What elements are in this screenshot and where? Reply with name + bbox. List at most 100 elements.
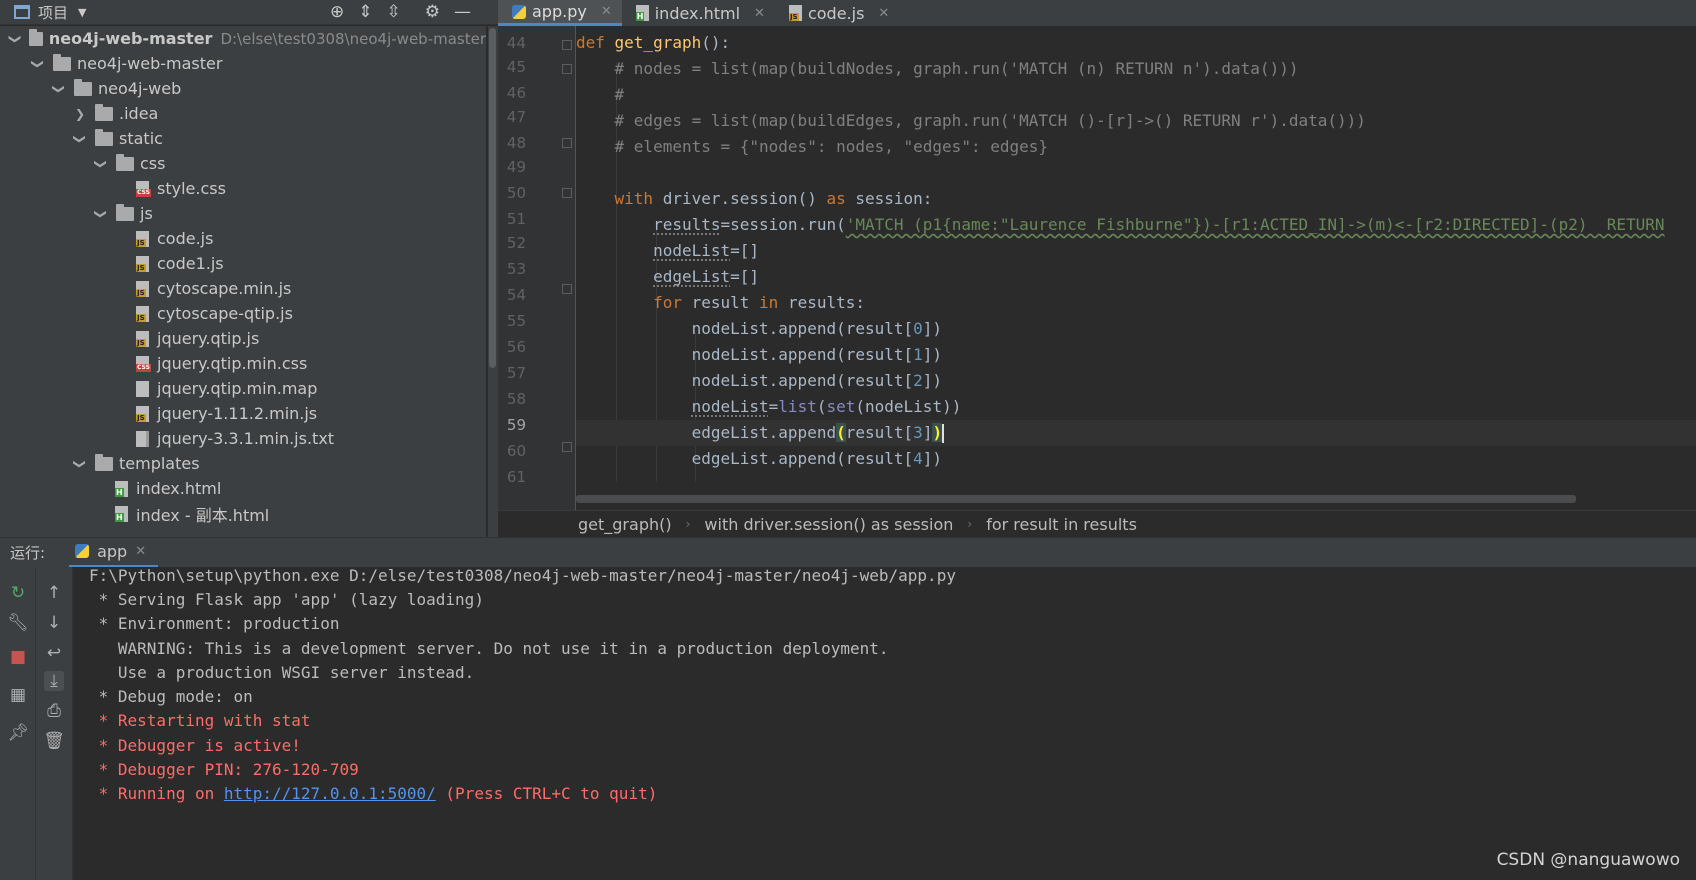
gear-icon[interactable]: ⚙ <box>425 2 440 22</box>
breadcrumb-item[interactable]: for result in results <box>984 515 1139 534</box>
chevron-right-icon: › <box>967 517 973 531</box>
code-line: for result in results: <box>653 293 865 312</box>
line-number: 48 <box>506 134 526 152</box>
tree-item-folder[interactable]: ❯ neo4j-web <box>0 76 486 101</box>
tree-item-file[interactable]: jquery.qtip.js <box>0 326 486 351</box>
chevron-down-icon[interactable]: ❯ <box>31 57 45 71</box>
folder-icon <box>95 128 113 146</box>
locate-file-icon[interactable]: ⊕ <box>330 2 344 22</box>
arrow-down-icon[interactable]: ↓ <box>44 613 64 633</box>
breadcrumb-item[interactable]: with driver.session() as session <box>702 515 955 534</box>
stop-icon[interactable]: ■ <box>8 647 28 667</box>
chevron-right-icon: › <box>685 517 691 531</box>
tree-item-label: cytoscape.min.js <box>157 279 292 298</box>
chevron-down-icon[interactable]: ▼ <box>78 6 86 19</box>
code-line: edgeList=[] <box>653 267 760 286</box>
tree-item-file[interactable]: jquery.qtip.min.map <box>0 376 486 401</box>
tree-item-file[interactable]: jquery-3.3.1.min.js.txt <box>0 426 486 451</box>
line-number: 55 <box>506 312 526 330</box>
tree-item-label: neo4j-web <box>98 79 182 98</box>
console-line-running: * Running on http://127.0.0.1:5000/ (Pre… <box>89 781 658 807</box>
fold-marker-icon[interactable] <box>562 188 572 198</box>
tab-index-html[interactable]: index.html ✕ <box>622 0 775 26</box>
trash-icon[interactable]: 🗑︎ <box>43 731 65 751</box>
print-icon[interactable]: ⎙ <box>44 701 64 721</box>
chevron-down-icon[interactable]: ❯ <box>94 157 108 171</box>
css-file-icon <box>136 180 151 197</box>
collapse-all-icon[interactable]: ⇳ <box>387 2 401 22</box>
close-icon[interactable]: ✕ <box>135 544 146 559</box>
tree-item-file[interactable]: jquery.qtip.min.css <box>0 351 486 376</box>
tree-item-file[interactable]: index.html <box>0 476 486 501</box>
tree-item-folder[interactable]: ❯ neo4j-web-master <box>0 51 486 76</box>
tree-item-root[interactable]: ❯ neo4j-web-master D:\else\test0308\neo4… <box>0 26 486 51</box>
tree-scrollbar[interactable] <box>488 26 498 537</box>
fold-marker-icon[interactable] <box>562 40 572 50</box>
html-file-icon <box>115 505 128 522</box>
editor-tab-bar: app.py ✕ index.html ✕ code.js ✕ <box>498 0 1696 26</box>
code-editor[interactable]: def get_graph(): # nodes = list(map(buil… <box>576 26 1696 510</box>
close-icon[interactable]: ✕ <box>754 6 765 21</box>
code-line: nodeList.append(result[0]) <box>576 319 943 338</box>
tab-app-py[interactable]: app.py ✕ <box>498 0 622 26</box>
chevron-down-icon[interactable]: ❯ <box>73 457 87 471</box>
console-output[interactable]: F:\Python\setup\python.exe D:/else/test0… <box>73 566 1696 880</box>
scroll-to-end-icon[interactable]: ⤓ <box>44 671 64 691</box>
chevron-down-icon[interactable]: ❯ <box>52 82 66 96</box>
tree-item-folder[interactable]: ❯ static <box>0 126 486 151</box>
layout-icon[interactable]: ▦ <box>8 685 28 705</box>
tree-item-label: index - 副本.html <box>136 505 270 525</box>
chevron-right-icon[interactable]: ❯ <box>73 107 87 121</box>
soft-wrap-icon[interactable]: ↩ <box>44 643 64 663</box>
console-line-error: * Debugger is active! <box>89 736 301 755</box>
tree-item-file[interactable]: index - 副本.html <box>0 501 486 526</box>
tab-label: index.html <box>654 3 741 23</box>
code-line: with driver.session() as session: <box>614 189 933 208</box>
fold-marker-icon[interactable] <box>562 284 572 294</box>
chevron-down-icon[interactable]: ❯ <box>94 207 108 221</box>
hide-panel-icon[interactable]: — <box>454 2 471 22</box>
console-line: * Serving Flask app 'app' (lazy loading) <box>89 590 484 609</box>
tree-item-file[interactable]: cytoscape-qtip.js <box>0 301 486 326</box>
close-icon[interactable]: ✕ <box>878 6 889 21</box>
tab-code-js[interactable]: code.js ✕ <box>775 0 899 26</box>
tree-item-folder[interactable]: ❯ .idea <box>0 101 486 126</box>
tree-item-file[interactable]: style.css <box>0 176 486 201</box>
folder-icon <box>28 28 43 46</box>
line-number: 56 <box>506 338 526 356</box>
fold-marker-icon[interactable] <box>562 442 572 452</box>
tree-item-file[interactable]: code1.js <box>0 251 486 276</box>
wrench-icon[interactable]: 🔧︎ <box>7 613 29 633</box>
line-number-current: 59 <box>506 416 526 434</box>
editor-horizontal-scrollbar[interactable] <box>576 495 1696 503</box>
code-line: edgeList.append(result[4]) <box>576 449 943 468</box>
breadcrumb-item[interactable]: get_graph() <box>576 515 674 534</box>
project-view-title[interactable]: 项目 <box>38 2 68 23</box>
code-line: # elements = {"nodes": nodes, "edges": e… <box>576 137 1049 156</box>
expand-all-icon[interactable]: ⇕ <box>358 2 372 22</box>
line-number: 51 <box>506 210 526 228</box>
close-icon[interactable]: ✕ <box>601 4 612 19</box>
chevron-down-icon[interactable]: ❯ <box>8 33 22 44</box>
tree-item-file[interactable]: jquery-1.11.2.min.js <box>0 401 486 426</box>
tree-item-file[interactable]: cytoscape.min.js <box>0 276 486 301</box>
tree-item-folder[interactable]: ❯ css <box>0 151 486 176</box>
pin-icon[interactable]: 📌︎ <box>7 723 29 743</box>
rerun-icon[interactable]: ↻ <box>8 583 28 603</box>
code-line: nodeList=[] <box>653 241 760 260</box>
tree-root-path: D:\else\test0308\neo4j-web-master <box>220 29 486 48</box>
scrollbar-thumb[interactable] <box>489 28 496 368</box>
tree-item-folder[interactable]: ❯ js <box>0 201 486 226</box>
tree-item-label: static <box>119 129 163 148</box>
console-line: Use a production WSGI server instead. <box>89 663 475 682</box>
folder-icon <box>116 203 134 221</box>
fold-marker-icon[interactable] <box>562 64 572 74</box>
server-url-link[interactable]: http://127.0.0.1:5000/ <box>224 784 436 803</box>
tree-item-folder[interactable]: ❯ templates <box>0 451 486 476</box>
arrow-up-icon[interactable]: ↑ <box>44 583 64 603</box>
chevron-down-icon[interactable]: ❯ <box>73 132 87 146</box>
tree-item-file[interactable]: code.js <box>0 226 486 251</box>
scrollbar-thumb[interactable] <box>576 495 1576 503</box>
fold-marker-icon[interactable] <box>562 138 572 148</box>
line-number: 54 <box>506 286 526 304</box>
